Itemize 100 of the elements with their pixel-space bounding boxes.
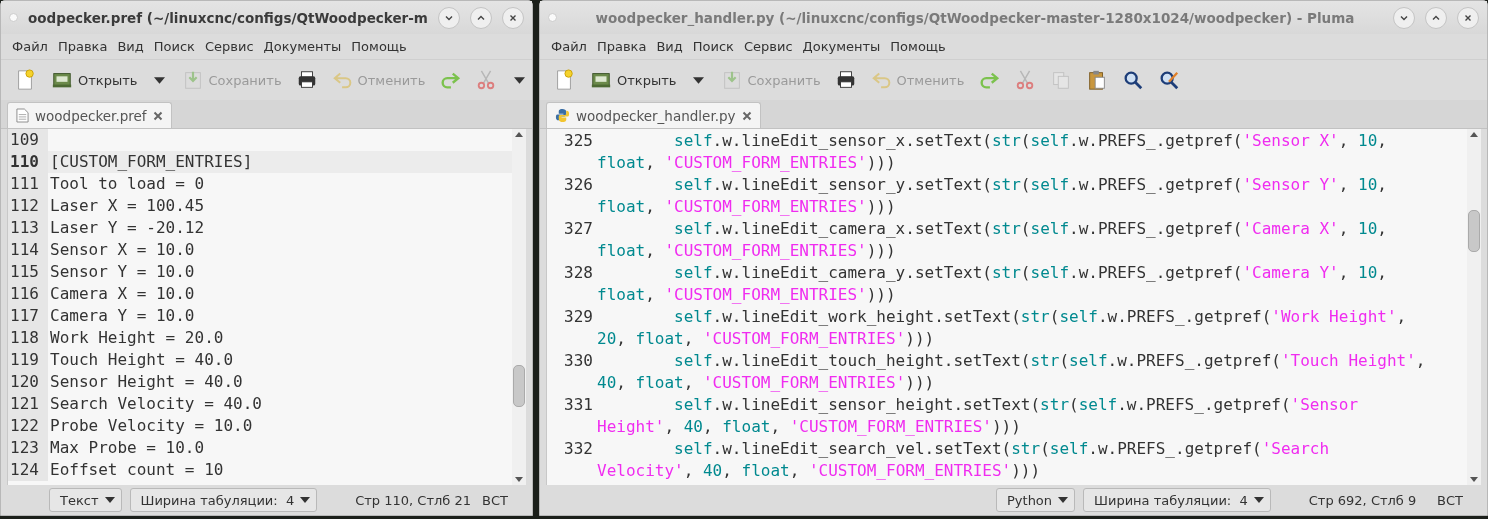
- line-number: 115: [8, 261, 48, 283]
- menu-item[interactable]: Помощь: [346, 39, 412, 54]
- close-button[interactable]: [502, 6, 524, 29]
- caret-icon: [154, 76, 166, 84]
- tab-width-dropdown[interactable]: Ширина табуляции: 4: [1083, 488, 1271, 512]
- code-line: self.w.lineEdit_search_vel.setText(str(self.w.PREFS_.getpref('Search: [673, 438, 1330, 460]
- line-number: 327: [563, 218, 594, 240]
- menu-item[interactable]: Файл: [546, 39, 592, 54]
- close-icon[interactable]: [741, 110, 752, 121]
- code-line: Sensor X = 10.0: [50, 239, 195, 261]
- minimize-button[interactable]: [1393, 6, 1415, 29]
- scroll-up-icon[interactable]: [515, 132, 523, 137]
- code-line: self.w.lineEdit_touch_height.setText(str(self.w.PREFS_.getpref('Touch Height',: [673, 350, 1426, 372]
- caret-icon: [104, 497, 115, 503]
- code-line: self.w.lineEdit_camera_x.setText(str(self.w.PREFS_.getpref('Camera X', 10,: [673, 218, 1387, 240]
- document-tab[interactable]: woodpecker_handler.py: [546, 102, 761, 128]
- line-number: 114: [8, 239, 48, 261]
- code-line: Tool to load = 0: [50, 173, 205, 195]
- open-button[interactable]: Открыть: [586, 67, 680, 93]
- language-dropdown[interactable]: Текст: [49, 488, 122, 512]
- menu-item[interactable]: Поиск: [148, 39, 200, 54]
- cursor-position: Стр 692, Стлб 9: [1308, 492, 1417, 508]
- menu-item[interactable]: Помощь: [885, 39, 951, 54]
- caret-icon: [514, 76, 526, 84]
- scroll-up-icon[interactable]: [1470, 132, 1478, 137]
- caret-icon: [693, 76, 705, 84]
- line-number: 124: [8, 459, 48, 481]
- insert-mode: ВСТ: [482, 492, 509, 508]
- caret-icon: [300, 497, 311, 503]
- code-line: [CUSTOM_FORM_ENTRIES]: [50, 151, 253, 173]
- search-replace-icon: [1158, 69, 1181, 91]
- code-line: float, 'CUSTOM_FORM_ENTRIES'))): [597, 240, 896, 262]
- window-title: oodpecker.pref (~/linuxcnc/configs/QtWoodpecker-m: [27, 9, 429, 26]
- close-icon: [1463, 12, 1473, 23]
- code-line: Height', 40, float, 'CUSTOM_FORM_ENTRIES'))): [597, 416, 1021, 438]
- menu-item[interactable]: Сервис: [199, 39, 259, 54]
- line-number: 332: [563, 438, 594, 460]
- code-line: Search Velocity = 40.0: [50, 393, 262, 415]
- code-line: 20, float, 'CUSTOM_FORM_ENTRIES'))): [597, 328, 935, 350]
- code-line: Touch Height = 40.0: [50, 349, 234, 371]
- window-title: woodpecker_handler.py (~/linuxcnc/configs/QtWoodpecker-master-1280x1024/woodpecker) - Pluma: [594, 9, 1356, 26]
- code-line: self.w.lineEdit_work_height.setText(str(self.w.PREFS_.getpref('Work Height',: [673, 306, 1407, 328]
- code-line: self.w.lineEdit_sensor_y.setText(str(self.w.PREFS_.getpref('Sensor Y', 10,: [673, 174, 1387, 196]
- code-line: Camera Y = 10.0: [50, 305, 195, 327]
- menu-item[interactable]: Файл: [7, 39, 53, 54]
- menu-item[interactable]: Поиск: [687, 39, 739, 54]
- line-number: 118: [8, 327, 48, 349]
- menu-item[interactable]: Сервис: [738, 39, 798, 54]
- code-line: Work Height = 20.0: [50, 327, 224, 349]
- maximize-button[interactable]: [470, 6, 492, 29]
- code-line: Eoffset count = 10: [50, 459, 224, 481]
- line-number: 113: [8, 217, 48, 239]
- code-line: float, 'CUSTOM_FORM_ENTRIES'))): [597, 152, 896, 174]
- close-icon[interactable]: [152, 110, 163, 121]
- maximize-button[interactable]: [1425, 6, 1447, 29]
- language-dropdown[interactable]: Python: [996, 488, 1076, 512]
- open-button[interactable]: Открыть: [47, 67, 141, 93]
- line-number: 121: [8, 393, 48, 415]
- menu-item[interactable]: Правка: [52, 39, 113, 54]
- code-line: float, 'CUSTOM_FORM_ENTRIES'))): [597, 196, 896, 218]
- line-number: 325: [563, 130, 594, 152]
- line-number: 326: [563, 174, 594, 196]
- python-icon: [555, 108, 570, 123]
- document-tab[interactable]: woodpecker.pref: [7, 102, 172, 128]
- cursor-position: Стр 110, Стлб 21: [355, 492, 471, 508]
- line-number: 117: [8, 305, 48, 327]
- line-number: 119: [8, 349, 48, 371]
- code-line: Velocity', 40, float, 'CUSTOM_FORM_ENTRIES'))): [597, 460, 1041, 482]
- scrollbar[interactable]: [512, 129, 526, 485]
- code-line: Sensor Y = 10.0: [50, 261, 195, 283]
- scroll-down-icon[interactable]: [515, 477, 523, 482]
- scrollbar-thumb[interactable]: [1468, 210, 1480, 252]
- insert-mode: ВСТ: [1437, 492, 1464, 508]
- code-line: Probe Velocity = 10.0: [50, 415, 253, 437]
- menu-item[interactable]: Вид: [112, 39, 149, 54]
- menu-item[interactable]: Документы: [797, 39, 886, 54]
- code-line: self.w.lineEdit_camera_y.setText(str(self.w.PREFS_.getpref('Camera Y', 10,: [673, 262, 1387, 284]
- line-number: 111: [8, 173, 48, 195]
- scroll-down-icon[interactable]: [1470, 477, 1478, 482]
- minimize-button[interactable]: [438, 6, 460, 29]
- code-line: self.w.lineEdit_sensor_x.setText(str(self.w.PREFS_.getpref('Sensor X', 10,: [673, 130, 1387, 152]
- menu-item[interactable]: Вид: [651, 39, 688, 54]
- code-line: Sensor Height = 40.0: [50, 371, 243, 393]
- line-number: 116: [8, 283, 48, 305]
- menu-item[interactable]: Правка: [591, 39, 652, 54]
- document-icon: [16, 108, 29, 123]
- code-line: Camera X = 10.0: [50, 283, 195, 305]
- caret-icon: [1058, 497, 1069, 503]
- scrollbar[interactable]: [1467, 129, 1481, 485]
- close-button[interactable]: [1457, 6, 1479, 29]
- code-line: Laser X = 100.45: [50, 195, 205, 217]
- line-number: 329: [563, 306, 594, 328]
- code-line: 40, float, 'CUSTOM_FORM_ENTRIES'))): [597, 372, 935, 394]
- search-icon: [1122, 69, 1145, 91]
- line-number: 123: [8, 437, 48, 459]
- scrollbar-thumb[interactable]: [513, 365, 525, 407]
- tab-width-dropdown[interactable]: Ширина табуляции: 4: [129, 488, 318, 512]
- code-line: Laser Y = -20.12: [50, 217, 205, 239]
- line-number: 112: [8, 195, 48, 217]
- menu-item[interactable]: Документы: [258, 39, 347, 54]
